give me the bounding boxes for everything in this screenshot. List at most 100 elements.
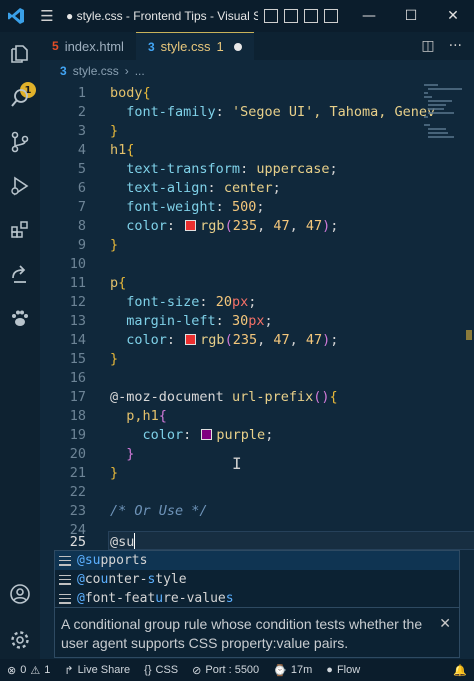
flow-status[interactable]: ● Flow bbox=[319, 664, 367, 676]
explorer-icon[interactable] bbox=[8, 42, 32, 66]
keyword-icon bbox=[59, 574, 71, 585]
problem-count: 1 bbox=[216, 39, 224, 54]
tab-label: index.html bbox=[64, 38, 124, 54]
line-number: 25 bbox=[69, 533, 86, 550]
code-line: } bbox=[110, 122, 119, 139]
settings-gear-icon[interactable] bbox=[8, 628, 32, 652]
breadcrumb-file[interactable]: style.css bbox=[73, 64, 119, 78]
activity-bar: 1 bbox=[0, 32, 40, 659]
line-number: 6 bbox=[77, 179, 86, 196]
more-actions-icon[interactable]: ··· bbox=[449, 38, 462, 54]
color-swatch-red[interactable] bbox=[185, 333, 197, 345]
line-number: 21 bbox=[69, 464, 86, 481]
breadcrumb-separator: › bbox=[124, 64, 129, 78]
html-file-icon: 5 bbox=[52, 39, 59, 53]
code-editor[interactable]: 1 body{ 2 font-family: 'Segoe UI', Tahom… bbox=[40, 82, 474, 552]
line-number: 22 bbox=[69, 483, 86, 500]
suggestion-counter-style[interactable]: @counter-style bbox=[55, 570, 459, 589]
warning-icon: ⚠ bbox=[30, 664, 41, 677]
code-line: /* Or Use */ bbox=[110, 502, 208, 519]
live-share-icon[interactable] bbox=[8, 262, 32, 286]
line-number: 17 bbox=[69, 388, 86, 405]
color-swatch-purple[interactable] bbox=[201, 428, 213, 440]
line-number: 12 bbox=[69, 293, 86, 310]
text-cursor bbox=[134, 533, 136, 549]
live-share-status[interactable]: ↱ Live Share bbox=[57, 664, 137, 677]
code-line: body{ bbox=[110, 84, 151, 101]
paw-icon[interactable] bbox=[8, 306, 32, 330]
search-icon[interactable] bbox=[8, 86, 32, 110]
line-number: 8 bbox=[77, 217, 86, 234]
suggestion-supports[interactable]: @supports bbox=[55, 551, 459, 570]
window-title: ● style.css - Frontend Tips - Visual S bbox=[66, 9, 258, 23]
toggle-sidebar-icon[interactable] bbox=[264, 9, 278, 23]
unsaved-dot-icon[interactable] bbox=[233, 42, 242, 51]
language-mode[interactable]: {} CSS bbox=[137, 664, 185, 676]
line-number: 5 bbox=[77, 160, 86, 177]
code-line: @-moz-document url-prefix(){ bbox=[110, 388, 338, 405]
line-number: 15 bbox=[69, 350, 86, 367]
status-bar: ⊗ 0 ⚠ 1 ↱ Live Share {} CSS ⊘ Port : 550… bbox=[0, 659, 474, 681]
line-number: 3 bbox=[77, 122, 86, 139]
line-number: 4 bbox=[77, 141, 86, 158]
toggle-panel-icon[interactable] bbox=[284, 9, 298, 23]
close-window-button[interactable]: ✕ bbox=[432, 0, 474, 32]
flow-icon: ● bbox=[326, 664, 333, 676]
accounts-icon[interactable] bbox=[8, 582, 32, 606]
extensions-icon[interactable] bbox=[8, 218, 32, 242]
line-number: 13 bbox=[69, 312, 86, 329]
close-details-button[interactable]: ✕ bbox=[439, 614, 451, 633]
notifications-bell-icon[interactable]: 🔔 bbox=[446, 664, 474, 677]
minimap[interactable] bbox=[422, 82, 466, 202]
line-number: 20 bbox=[69, 445, 86, 462]
clock-icon: ⌚ bbox=[273, 664, 287, 677]
code-line: } bbox=[126, 445, 135, 462]
code-line: font-size: 20px; bbox=[126, 293, 257, 310]
problems-indicator[interactable]: ⊗ 0 ⚠ 1 bbox=[0, 664, 57, 677]
line-number: 16 bbox=[69, 369, 86, 386]
title-bar: ☰ ● style.css - Frontend Tips - Visual S… bbox=[0, 0, 474, 32]
live-share-icon: ↱ bbox=[64, 664, 74, 677]
maximize-button[interactable]: ☐ bbox=[390, 0, 432, 32]
line-number: 2 bbox=[77, 103, 86, 120]
css-file-icon: 3 bbox=[60, 64, 67, 78]
line-number: 14 bbox=[69, 331, 86, 348]
minimize-button[interactable]: — bbox=[348, 0, 390, 32]
code-line: text-transform: uppercase; bbox=[126, 160, 338, 177]
source-control-icon[interactable] bbox=[8, 130, 32, 154]
code-line: @su bbox=[110, 533, 136, 550]
suggestion-font-feature-values[interactable]: @font-feature-values bbox=[55, 589, 459, 608]
color-swatch-red[interactable] bbox=[185, 219, 197, 231]
breadcrumb: 3 style.css › ... bbox=[40, 60, 474, 82]
keyword-icon bbox=[59, 593, 71, 604]
code-line: color: rgb(235, 47, 47); bbox=[126, 217, 339, 234]
tab-index-html[interactable]: 5 index.html bbox=[40, 32, 136, 60]
code-line: text-align: center; bbox=[126, 179, 281, 196]
code-line: } bbox=[110, 350, 119, 367]
live-server-port[interactable]: ⊘ Port : 5500 bbox=[185, 664, 266, 677]
menu-icon[interactable]: ☰ bbox=[36, 7, 58, 25]
code-line: p{ bbox=[110, 274, 127, 291]
code-line: font-weight: 500; bbox=[126, 198, 265, 215]
toggle-secondary-sidebar-icon[interactable] bbox=[304, 9, 318, 23]
line-number: 18 bbox=[69, 407, 86, 424]
code-line: p,h1{ bbox=[126, 407, 167, 424]
time-tracker[interactable]: ⌚ 17m bbox=[266, 664, 319, 677]
code-line: } bbox=[110, 464, 119, 481]
line-number: 7 bbox=[77, 198, 86, 215]
tab-label: style.css bbox=[160, 39, 211, 54]
split-editor-icon[interactable]: ◫ bbox=[421, 38, 434, 54]
suggestion-details: A conditional group rule whose condition… bbox=[54, 608, 460, 658]
customize-layout-icon[interactable] bbox=[324, 9, 338, 23]
line-number: 23 bbox=[69, 502, 86, 519]
line-number: 11 bbox=[69, 274, 86, 291]
breadcrumb-more[interactable]: ... bbox=[135, 64, 145, 78]
run-debug-icon[interactable] bbox=[8, 174, 32, 198]
error-icon: ⊗ bbox=[7, 664, 17, 677]
tab-style-css[interactable]: 3 style.css 1 bbox=[135, 32, 254, 60]
editor-tabs: 5 index.html 3 style.css 1 ◫ ··· bbox=[40, 32, 474, 60]
code-line: color: purple; bbox=[142, 426, 274, 443]
braces-icon: {} bbox=[144, 664, 152, 676]
keyword-icon bbox=[59, 555, 71, 566]
line-number: 19 bbox=[69, 426, 86, 443]
